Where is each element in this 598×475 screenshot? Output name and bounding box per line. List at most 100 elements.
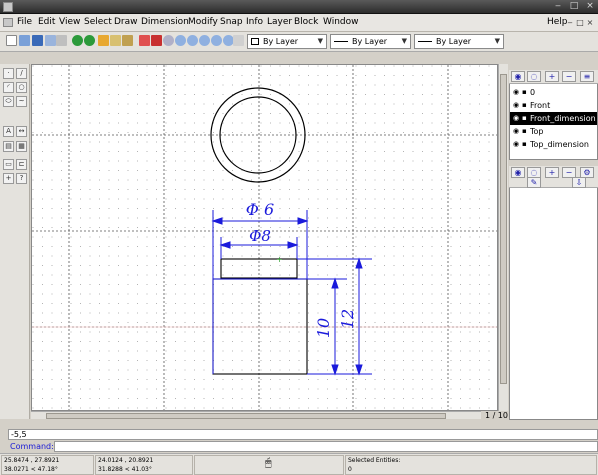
absolute-coordinates: 25.8474 , 27.8921 38.0271 < 47.18° xyxy=(1,455,94,475)
open-file-icon[interactable] xyxy=(19,35,30,46)
save-icon[interactable] xyxy=(32,35,43,46)
horizontal-scroll-thumb[interactable] xyxy=(46,413,446,419)
line-width-value: By Layer xyxy=(436,37,472,46)
cad-tool-palette: · / ◜ ○ ⬭ ~ A ↔ ▤ ▦ ▭ ⊏ + ? xyxy=(0,64,30,419)
snap-tool-icon[interactable]: + xyxy=(3,173,14,184)
chevron-down-icon: ▼ xyxy=(401,37,407,45)
layer-row-active[interactable]: ◉ ▪ Front_dimension xyxy=(510,112,597,125)
spline-tool-icon[interactable]: ~ xyxy=(16,96,27,107)
menu-snap[interactable]: Snap xyxy=(220,17,243,27)
add-block-icon[interactable]: + xyxy=(545,167,559,178)
show-all-layers-icon[interactable]: ◉ xyxy=(511,71,525,82)
paste-icon[interactable] xyxy=(122,35,133,46)
hide-all-layers-icon[interactable]: ◌ xyxy=(527,71,541,82)
text-tool-icon[interactable]: A xyxy=(3,126,14,137)
zoom-out-icon[interactable] xyxy=(187,35,198,46)
edit-block-icon[interactable]: ✎ xyxy=(527,177,541,188)
lock-icon[interactable]: ▪ xyxy=(522,112,527,125)
copy-icon[interactable] xyxy=(110,35,121,46)
maximize-icon[interactable]: □ xyxy=(568,1,580,12)
ellipse-tool-icon[interactable]: ⬭ xyxy=(3,96,14,107)
app-icon xyxy=(3,2,13,12)
layer-row[interactable]: ◉ ▪ Front xyxy=(510,99,597,112)
layer-name: Front_dimension xyxy=(530,114,596,123)
mouse-status: 🖱 xyxy=(194,455,344,475)
add-layer-icon[interactable]: + xyxy=(545,71,559,82)
lock-icon[interactable]: ▪ xyxy=(522,138,527,151)
menu-draw[interactable]: Draw xyxy=(114,17,138,27)
chevron-down-icon: ▼ xyxy=(317,37,323,45)
menu-bar: File Edit View Select Draw Dimension Mod… xyxy=(0,14,598,32)
line-type-swatch-icon xyxy=(334,41,348,42)
zoom-in-icon[interactable] xyxy=(175,35,186,46)
chevron-down-icon: ▼ xyxy=(494,37,500,45)
new-file-icon[interactable] xyxy=(6,35,17,46)
layer-row[interactable]: ◉ ▪ 0 xyxy=(510,86,597,99)
dimension-tool-icon[interactable]: ↔ xyxy=(16,126,27,137)
cut-icon[interactable] xyxy=(98,35,109,46)
zoom-previous-icon[interactable] xyxy=(211,35,222,46)
drawing-svg: Φ 6 Φ8 10 12 + xyxy=(32,65,497,410)
menu-view[interactable]: View xyxy=(59,17,80,27)
menu-help[interactable]: Help xyxy=(547,17,568,27)
undo-icon[interactable] xyxy=(72,35,83,46)
horizontal-scrollbar[interactable] xyxy=(31,411,481,419)
info-tool-icon[interactable]: ? xyxy=(16,173,27,184)
eye-icon[interactable]: ◉ xyxy=(513,86,519,99)
menu-dimension[interactable]: Dimension xyxy=(141,17,189,27)
zoom-auto-icon[interactable] xyxy=(199,35,210,46)
image-tool-icon[interactable]: ▦ xyxy=(16,141,27,152)
show-all-blocks-icon[interactable]: ◉ xyxy=(511,167,525,178)
line-width-combo[interactable]: By Layer ▼ xyxy=(414,34,504,49)
page-indicator: 1 / 10 xyxy=(484,411,508,420)
layer-row[interactable]: ◉ ▪ Top_dimension xyxy=(510,138,597,151)
mdi-restore-icon[interactable]: □ xyxy=(576,18,584,27)
pen-color-combo[interactable]: By Layer ▼ xyxy=(247,34,327,49)
line-tool-icon[interactable]: / xyxy=(16,68,27,79)
menu-modify[interactable]: Modify xyxy=(188,17,218,27)
print-icon[interactable] xyxy=(56,35,67,46)
lock-icon[interactable]: ▪ xyxy=(522,99,527,112)
mdi-close-icon[interactable]: × xyxy=(586,18,594,27)
eye-icon[interactable]: ◉ xyxy=(513,125,519,138)
dimension-inner-text: Φ8 xyxy=(249,227,271,245)
insert-block-icon[interactable]: ⇩ xyxy=(572,177,586,188)
eye-icon[interactable]: ◉ xyxy=(513,138,519,151)
drawing-canvas[interactable]: Φ 6 Φ8 10 12 + xyxy=(31,64,498,411)
menu-info[interactable]: Info xyxy=(246,17,263,27)
menu-file[interactable]: File xyxy=(17,17,32,27)
menu-select[interactable]: Select xyxy=(84,17,112,27)
circle-tool-icon[interactable]: ○ xyxy=(16,82,27,93)
dimension-vertical-short-text: 10 xyxy=(314,318,333,338)
minimize-icon[interactable]: ‒ xyxy=(552,1,564,12)
remove-layer-icon[interactable]: − xyxy=(562,71,576,82)
modify-tool-icon[interactable]: ⊏ xyxy=(16,159,27,170)
menu-edit[interactable]: Edit xyxy=(38,17,55,27)
grid-icon[interactable] xyxy=(139,35,150,46)
eye-icon[interactable]: ◉ xyxy=(513,99,519,112)
menu-block[interactable]: Block xyxy=(294,17,318,27)
zoom-pan-icon[interactable] xyxy=(233,35,244,46)
menu-layer[interactable]: Layer xyxy=(267,17,292,27)
absolute-coord-polar: 38.0271 < 47.18° xyxy=(4,466,58,473)
layer-row[interactable]: ◉ ▪ Top xyxy=(510,125,597,138)
close-icon[interactable]: × xyxy=(584,1,596,12)
mdi-minimize-icon[interactable]: ‒ xyxy=(566,18,574,27)
block-tool-icon[interactable]: ▭ xyxy=(3,159,14,170)
lock-icon[interactable]: ▪ xyxy=(522,86,527,99)
point-tool-icon[interactable]: · xyxy=(3,68,14,79)
redraw-icon[interactable] xyxy=(163,35,174,46)
command-input[interactable] xyxy=(54,441,598,452)
vertical-scrollbar[interactable] xyxy=(498,64,508,411)
hatch-tool-icon[interactable]: ▤ xyxy=(3,141,14,152)
vertical-scroll-thumb[interactable] xyxy=(500,74,507,384)
edit-layer-icon[interactable]: ≡ xyxy=(580,71,594,82)
menu-window[interactable]: Window xyxy=(323,17,359,27)
redo-icon[interactable] xyxy=(84,35,95,46)
line-type-combo[interactable]: By Layer ▼ xyxy=(330,34,411,49)
eye-icon[interactable]: ◉ xyxy=(513,112,519,125)
arc-tool-icon[interactable]: ◜ xyxy=(3,82,14,93)
lock-icon[interactable]: ▪ xyxy=(522,125,527,138)
save-as-icon[interactable] xyxy=(45,35,56,46)
draft-icon[interactable] xyxy=(151,35,162,46)
